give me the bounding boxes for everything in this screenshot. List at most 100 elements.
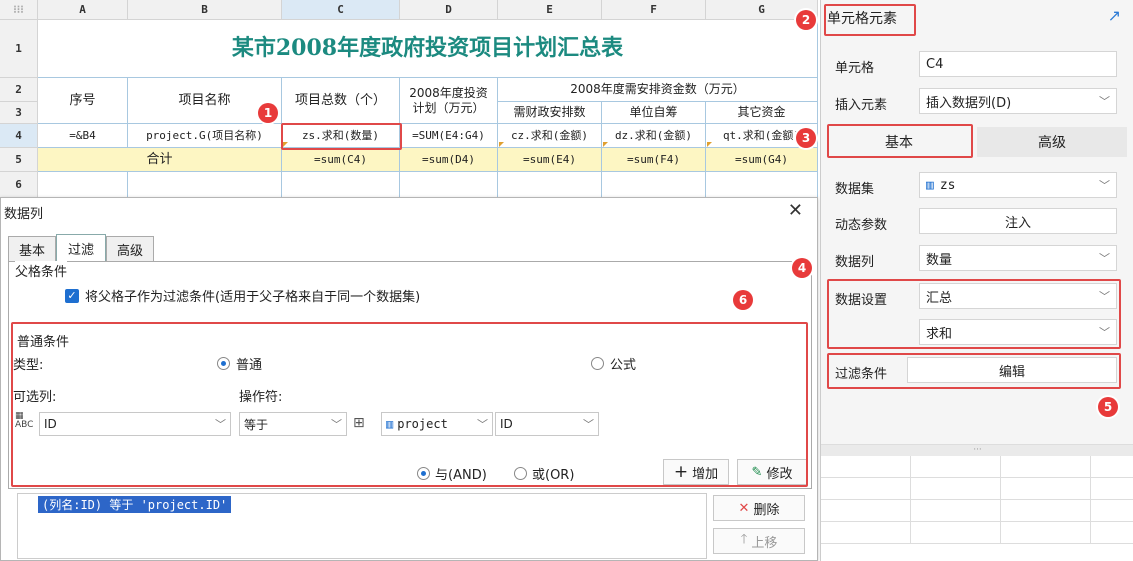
panel-tab-advanced[interactable]: 高级 bbox=[977, 127, 1127, 157]
cell-c5[interactable]: =sum(C4) bbox=[282, 148, 400, 172]
dataset-column-select[interactable]: ID ﹀ bbox=[495, 412, 599, 436]
aggregate-function-select[interactable]: 求和 ﹀ bbox=[919, 319, 1117, 345]
column-header-f[interactable]: F bbox=[602, 0, 706, 20]
or-label: 或(OR) bbox=[532, 468, 575, 483]
type-normal-label: 普通 bbox=[236, 358, 263, 373]
report-title-cell[interactable]: 某市2008年度政府投资项目计划汇总表 bbox=[38, 20, 818, 78]
delete-button[interactable]: ✕ 删除 bbox=[713, 495, 805, 521]
header-funds-cell[interactable]: 2008年度需安排资金数（万元） bbox=[498, 78, 818, 102]
operator-label: 操作符: bbox=[239, 390, 283, 405]
dataset-select[interactable]: ▥ zs ﹀ bbox=[919, 172, 1117, 198]
cell-label: 单元格 bbox=[835, 61, 875, 76]
grid-cell bbox=[821, 500, 911, 522]
chevron-down-icon: ﹀ bbox=[215, 418, 226, 431]
and-radio[interactable]: 与(AND) bbox=[417, 464, 487, 483]
filter-edit-button[interactable]: 编辑 bbox=[907, 357, 1117, 383]
column-header-c[interactable]: C bbox=[282, 0, 400, 20]
header-plan-cell[interactable]: 2008年度投资 计划（万元） bbox=[400, 78, 498, 124]
move-up-button[interactable]: 🡑 上移 bbox=[713, 528, 805, 554]
radio-empty-icon bbox=[514, 467, 527, 480]
header-fiscal-cell[interactable]: 需财政安排数 bbox=[498, 102, 602, 124]
cell-e4[interactable]: cz.求和(金额) bbox=[498, 124, 602, 148]
cell-g5[interactable]: =sum(G4) bbox=[706, 148, 818, 172]
filter-tab-body: 父格条件 ✓ 将父格子作为过滤条件(适用于父子格来自于同一个数据集) 普通条件 … bbox=[8, 261, 812, 489]
chevron-down-icon: ﹀ bbox=[331, 418, 342, 431]
cell-f5[interactable]: =sum(F4) bbox=[602, 148, 706, 172]
cell-value: C4 bbox=[926, 56, 944, 72]
panel-tab-basic[interactable]: 基本 bbox=[827, 127, 971, 157]
panel-title: 单元格元素 bbox=[827, 11, 897, 27]
cell-b4[interactable]: project.G(项目名称) bbox=[128, 124, 282, 148]
insert-element-select[interactable]: 插入数据列(D) ﹀ bbox=[919, 88, 1117, 114]
cell-d6[interactable] bbox=[400, 172, 498, 198]
inject-button[interactable]: 注入 bbox=[919, 208, 1117, 234]
checkbox-checked-icon[interactable]: ✓ bbox=[65, 288, 79, 303]
add-button[interactable]: + 增加 bbox=[663, 459, 729, 485]
data-column-select[interactable]: 数量 ﹀ bbox=[919, 245, 1117, 271]
annotation-badge-6: 6 bbox=[733, 290, 753, 310]
tab-basic[interactable]: 基本 bbox=[8, 236, 56, 262]
grid-cell bbox=[911, 500, 1001, 522]
column-header-d[interactable]: D bbox=[400, 0, 498, 20]
modify-button[interactable]: ✎ 修改 bbox=[737, 459, 807, 485]
cell-g6[interactable] bbox=[706, 172, 818, 198]
preview-grid bbox=[821, 456, 1133, 561]
close-icon[interactable]: ✕ bbox=[788, 200, 803, 221]
optional-column-select[interactable]: ID ﹀ bbox=[39, 412, 231, 436]
header-self-cell[interactable]: 单位自筹 bbox=[602, 102, 706, 124]
spreadsheet: ⁝⁝⁝ A B C D E F G 1 2 3 4 5 6 某市2008年度政府… bbox=[0, 0, 818, 200]
and-label: 与(AND) bbox=[435, 468, 487, 483]
header-seq-cell[interactable]: 序号 bbox=[38, 78, 128, 124]
or-radio[interactable]: 或(OR) bbox=[514, 464, 574, 483]
type-label: 类型: bbox=[13, 358, 44, 373]
cell-c4[interactable]: zs.求和(数量) bbox=[282, 124, 400, 148]
cell-a4[interactable]: =&B4 bbox=[38, 124, 128, 148]
cell-total-label[interactable]: 合计 bbox=[38, 148, 282, 172]
tab-filter[interactable]: 过滤 bbox=[56, 234, 106, 262]
cell-e6[interactable] bbox=[498, 172, 602, 198]
condition-list-item[interactable]: (列名:ID) 等于 'project.ID' bbox=[38, 496, 232, 513]
dataset-select[interactable]: ▥ project ﹀ bbox=[381, 412, 493, 436]
grid-cell bbox=[1091, 456, 1133, 478]
dynamic-param-label: 动态参数 bbox=[835, 218, 888, 233]
cell-b6[interactable] bbox=[128, 172, 282, 198]
parent-filter-checkbox-row[interactable]: ✓ 将父格子作为过滤条件(适用于父子格来自于同一个数据集) bbox=[65, 286, 420, 305]
column-header-e[interactable]: E bbox=[498, 0, 602, 20]
grid-cell bbox=[911, 478, 1001, 500]
operator-value: 等于 bbox=[244, 417, 269, 432]
cell-d5[interactable]: =sum(D4) bbox=[400, 148, 498, 172]
grid-cell bbox=[1001, 478, 1091, 500]
row-header-3[interactable]: 3 bbox=[0, 102, 38, 124]
row-header-2[interactable]: 2 bbox=[0, 78, 38, 102]
column-header-b[interactable]: B bbox=[128, 0, 282, 20]
annotation-badge-2: 2 bbox=[796, 10, 816, 30]
splitter-handle[interactable]: ··· bbox=[821, 444, 1133, 456]
type-normal-radio[interactable]: 普通 bbox=[217, 354, 262, 373]
cell-c6[interactable] bbox=[282, 172, 400, 198]
dataset-label: 数据集 bbox=[835, 182, 875, 197]
tab-advanced[interactable]: 高级 bbox=[106, 236, 154, 262]
row-header-5[interactable]: 5 bbox=[0, 148, 38, 172]
cell-e5[interactable]: =sum(E4) bbox=[498, 148, 602, 172]
column-type-icon[interactable]: ▦ ABC bbox=[15, 412, 37, 434]
data-setting-select[interactable]: 汇总 ﹀ bbox=[919, 283, 1117, 309]
dataset-icon: ▥ bbox=[386, 417, 394, 431]
type-formula-radio[interactable]: 公式 bbox=[591, 354, 636, 373]
operator-select[interactable]: 等于 ﹀ bbox=[239, 412, 347, 436]
row-header-4[interactable]: 4 bbox=[0, 124, 38, 148]
header-other-cell[interactable]: 其它资金 bbox=[706, 102, 818, 124]
row-header-6[interactable]: 6 bbox=[0, 172, 38, 198]
expand-arrow-icon[interactable]: ↗ bbox=[1108, 6, 1121, 25]
column-header-a[interactable]: A bbox=[38, 0, 128, 20]
cell-input[interactable]: C4 bbox=[919, 51, 1117, 77]
row-header-1[interactable]: 1 bbox=[0, 20, 38, 78]
table-icon[interactable]: ⊞ bbox=[353, 415, 365, 431]
cell-f6[interactable] bbox=[602, 172, 706, 198]
cell-d4[interactable]: =SUM(E4:G4) bbox=[400, 124, 498, 148]
plus-icon: + bbox=[673, 462, 689, 482]
cell-marker bbox=[499, 142, 504, 147]
select-all-corner[interactable]: ⁝⁝⁝ bbox=[0, 0, 38, 20]
cell-f4[interactable]: dz.求和(金额) bbox=[602, 124, 706, 148]
cell-a6[interactable] bbox=[38, 172, 128, 198]
header-total-cell[interactable]: 项目总数（个） bbox=[282, 78, 400, 124]
